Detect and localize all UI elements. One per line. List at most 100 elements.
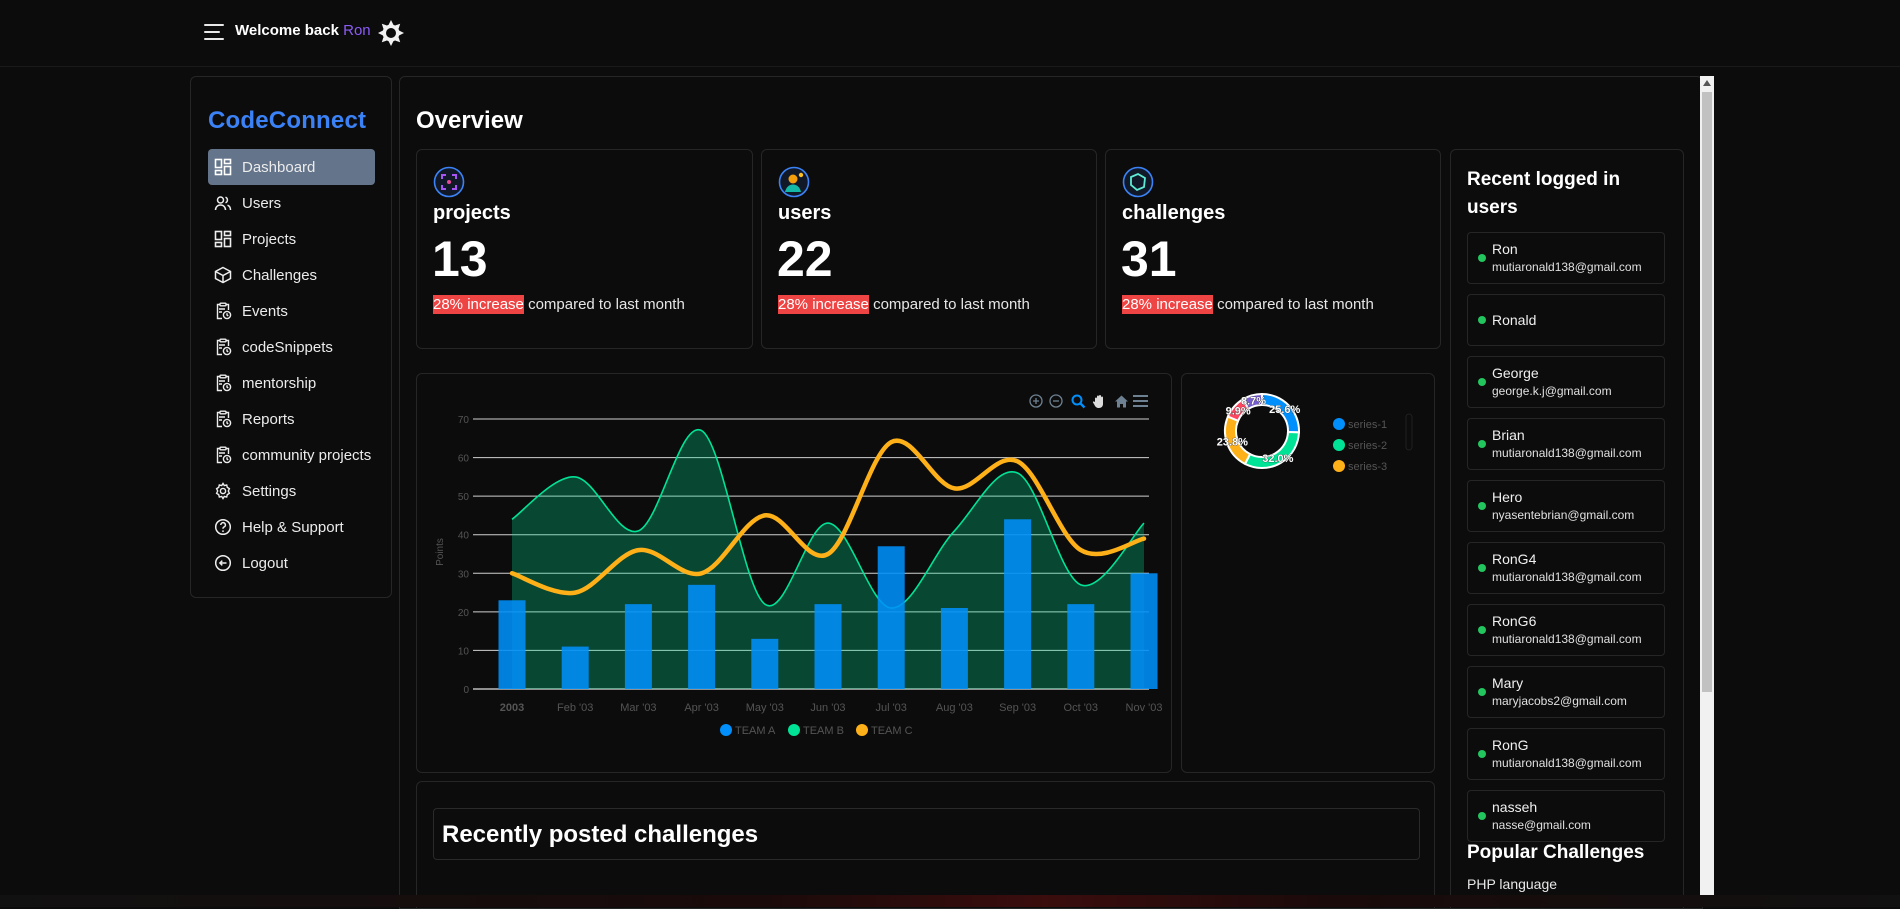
recent-challenges-title: Recently posted challenges xyxy=(442,821,759,848)
y-tick-label: 50 xyxy=(458,492,470,503)
stat-title: projects xyxy=(433,202,511,224)
x-tick-label: Aug '03 xyxy=(936,702,973,714)
main-panel: Overview projects 13 28% increase compar… xyxy=(399,76,1703,909)
online-status-dot xyxy=(1478,750,1486,758)
user-avatar-icon xyxy=(778,166,810,198)
user-name: Hero xyxy=(1492,489,1523,505)
user-list-item[interactable]: Hero nyasentebrian@gmail.com xyxy=(1467,480,1665,532)
sidebar-item-challenges[interactable]: Challenges xyxy=(208,257,375,293)
sidebar-item-help-support[interactable]: Help & Support xyxy=(208,509,375,545)
user-name: George xyxy=(1492,365,1539,381)
sun-theme-toggle-icon[interactable] xyxy=(377,19,405,47)
increase-badge: 28% increase xyxy=(778,295,869,314)
user-list-item[interactable]: RonG mutiaronald138@gmail.com xyxy=(1467,728,1665,780)
stat-title: users xyxy=(778,202,832,224)
scrollbar-thumb[interactable] xyxy=(1702,92,1712,692)
team-a-bar xyxy=(498,600,526,689)
brand-logo[interactable]: CodeConnect xyxy=(208,107,366,135)
y-tick-label: 20 xyxy=(458,608,470,619)
donut-slice-label: 8.7% xyxy=(1241,396,1266,408)
user-list-item[interactable]: George george.k.j@gmail.com xyxy=(1467,356,1665,408)
legend-marker xyxy=(1333,460,1345,472)
clipboard-clock-icon xyxy=(216,338,232,356)
stat-value: 31 xyxy=(1121,231,1177,287)
sidebar-item-events[interactable]: Events xyxy=(208,293,375,329)
legend-label: TEAM A xyxy=(735,725,776,737)
legend-marker xyxy=(1333,418,1345,430)
page-title: Overview xyxy=(416,107,523,134)
popular-challenges-title: Popular Challenges xyxy=(1467,842,1645,863)
legend-item[interactable]: TEAM B xyxy=(788,724,844,737)
online-status-dot xyxy=(1478,626,1486,634)
user-name: Mary xyxy=(1492,675,1524,691)
clipboard-clock-icon xyxy=(216,410,232,428)
sidebar-item-label: Settings xyxy=(242,482,297,500)
legend-label: TEAM C xyxy=(871,725,913,737)
legend-item[interactable]: TEAM C xyxy=(856,724,913,737)
recent-challenges-header: Recently posted challenges xyxy=(433,808,1420,860)
user-list-item[interactable]: Ron mutiaronald138@gmail.com xyxy=(1467,232,1665,284)
clipboard-clock-icon xyxy=(216,374,232,392)
legend-marker xyxy=(1333,439,1345,451)
pan-hand-icon[interactable] xyxy=(1092,395,1103,408)
team-a-bar xyxy=(877,546,905,689)
sidebar-item-dashboard[interactable]: Dashboard xyxy=(208,149,375,185)
zoom-in-icon[interactable] xyxy=(1029,394,1043,408)
stat-card-projects: projects 13 28% increase compared to las… xyxy=(416,149,753,349)
user-email: nyasentebrian@gmail.com xyxy=(1492,508,1635,522)
legend-item[interactable]: series-2 xyxy=(1333,439,1387,452)
team-a-bar xyxy=(688,584,716,689)
user-list-item[interactable]: RonG6 mutiaronald138@gmail.com xyxy=(1467,604,1665,656)
user-name: nasseh xyxy=(1492,799,1538,815)
sidebar-item-label: Logout xyxy=(242,554,288,572)
stat-note: compared to last month xyxy=(528,296,685,313)
user-list-item[interactable]: nasseh nasse@gmail.com xyxy=(1467,790,1665,842)
user-list-item[interactable]: Mary maryjacobs2@gmail.com xyxy=(1467,666,1665,718)
stat-value: 13 xyxy=(432,231,488,287)
sidebar-item-logout[interactable]: Logout xyxy=(208,545,375,581)
scroll-up-arrow-icon[interactable] xyxy=(1703,80,1711,86)
legend-item[interactable]: series-3 xyxy=(1333,460,1387,473)
legend-item[interactable]: series-1 xyxy=(1333,418,1387,431)
legend-item[interactable]: TEAM A xyxy=(720,724,776,737)
sidebar-item-codesnippets[interactable]: codeSnippets xyxy=(208,329,375,365)
user-list-item[interactable]: RonG4 mutiaronald138@gmail.com xyxy=(1467,542,1665,594)
sidebar-item-community-projects[interactable]: community projects xyxy=(208,437,375,473)
team-a-bar xyxy=(1130,573,1158,689)
stat-card-users: users 22 28% increase compared to last m… xyxy=(761,149,1097,349)
team-a-bar xyxy=(814,604,842,689)
chart-menu-icon[interactable] xyxy=(1133,395,1148,407)
x-tick-label: Oct '03 xyxy=(1064,702,1099,714)
sidebar-item-settings[interactable]: Settings xyxy=(208,473,375,509)
user-name: RonG4 xyxy=(1492,551,1537,567)
legend-scroll-handle[interactable] xyxy=(1405,413,1413,451)
sidebar-item-users[interactable]: Users xyxy=(208,185,375,221)
user-email: maryjacobs2@gmail.com xyxy=(1492,694,1627,708)
hamburger-menu-icon[interactable] xyxy=(204,22,226,42)
y-tick-label: 40 xyxy=(458,531,470,542)
x-tick-label: 2003 xyxy=(500,702,524,714)
projects-icon xyxy=(214,230,232,248)
popular-challenge-item[interactable]: PHP language xyxy=(1467,876,1557,892)
team-points-chart: 0 10 20 30 40 50 60 70 2003 Feb '03 Mar '03 Apr '0… xyxy=(435,394,1162,737)
sidebar-item-mentorship[interactable]: mentorship xyxy=(208,365,375,401)
team-a-bar xyxy=(624,604,652,689)
challenges-icon xyxy=(214,266,232,284)
online-status-dot xyxy=(1478,688,1486,696)
user-list-item[interactable]: Ronald xyxy=(1467,294,1665,346)
sidebar-item-projects[interactable]: Projects xyxy=(208,221,375,257)
stat-note: compared to last month xyxy=(1217,296,1374,313)
page-scrollbar[interactable] xyxy=(1700,76,1714,895)
reset-zoom-home-icon[interactable] xyxy=(1115,395,1128,408)
zoom-select-icon[interactable] xyxy=(1071,394,1086,409)
sidebar-item-reports[interactable]: Reports xyxy=(208,401,375,437)
donut-slice-label: 23.8% xyxy=(1217,437,1248,449)
user-name: Ron xyxy=(1492,241,1518,257)
user-list-item[interactable]: Brian mutiaronald138@gmail.com xyxy=(1467,418,1665,470)
user-email: nasse@gmail.com xyxy=(1492,818,1591,832)
stat-note: compared to last month xyxy=(873,296,1030,313)
welcome-username: Ron xyxy=(343,22,371,39)
recent-challenges-card: Recently posted challenges xyxy=(416,781,1435,908)
zoom-out-icon[interactable] xyxy=(1049,394,1063,408)
user-name: Brian xyxy=(1492,427,1525,443)
